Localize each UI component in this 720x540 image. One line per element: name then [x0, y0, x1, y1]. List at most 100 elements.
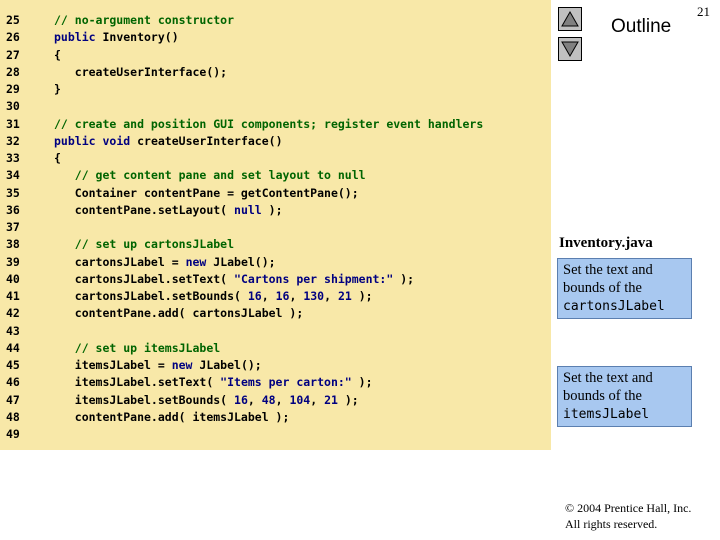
line-number: 43 — [6, 323, 20, 338]
line-number: 45 — [6, 358, 20, 372]
code-text: itemsJLabel = new JLabel(); — [54, 357, 262, 374]
previous-slide-button[interactable] — [558, 7, 582, 31]
line-number: 29 — [6, 82, 20, 96]
code-token: , — [261, 289, 276, 303]
code-text: itemsJLabel.setText( "Items per carton:"… — [54, 374, 373, 391]
code-token: 16 — [247, 289, 262, 303]
code-token: 21 — [337, 289, 352, 303]
code-token: // create and position GUI components; r… — [54, 116, 484, 131]
code-token: "Cartons per shipment:" — [234, 271, 394, 286]
code-token: ); — [351, 289, 373, 303]
code-token: // set up itemsJLabel — [74, 340, 221, 355]
code-token: createUserInterface(); — [54, 64, 228, 79]
code-text: itemsJLabel.setBounds( 16, 48, 104, 21 )… — [54, 392, 359, 409]
code-token: itemsJLabel = — [54, 358, 172, 372]
code-token: void — [102, 133, 131, 148]
line-number: 32 — [6, 133, 20, 148]
outline-title: Outline — [611, 16, 672, 37]
code-token: , — [310, 392, 325, 407]
line-number: 37 — [6, 220, 20, 234]
line-number: 41 — [6, 289, 20, 303]
line-number: 39 — [6, 254, 20, 269]
code-token: } — [54, 82, 61, 96]
line-number: 48 — [6, 409, 20, 424]
line-number: 31 — [6, 116, 20, 131]
code-token: itemsJLabel.setBounds( — [54, 392, 235, 407]
code-token: ); — [261, 202, 283, 217]
code-token: 130 — [303, 289, 325, 303]
line-number: 38 — [6, 237, 20, 252]
next-slide-button[interactable] — [558, 37, 582, 61]
code-token: JLabel(); — [206, 254, 276, 269]
line-number: 42 — [6, 306, 20, 321]
line-number: 49 — [6, 427, 20, 441]
code-token: , — [289, 289, 304, 303]
copyright-line-1: © 2004 Prentice Hall, Inc. — [565, 501, 692, 515]
copyright-notice: © 2004 Prentice Hall, Inc. All rights re… — [565, 500, 691, 532]
code-token: 16 — [234, 392, 248, 407]
line-number: 33 — [6, 151, 20, 165]
code-token: { — [54, 47, 61, 62]
line-number: 40 — [6, 271, 20, 286]
code-token: ); — [351, 375, 373, 390]
code-token: "Items per carton:" — [220, 375, 352, 390]
callout-cartons-label: Set the text and bounds of the cartonsJL… — [557, 258, 692, 319]
code-token: JLabel(); — [192, 358, 262, 372]
code-token: // set up cartonsJLabel — [74, 237, 235, 252]
triangle-down-icon — [561, 41, 579, 57]
code-text: } — [54, 81, 61, 98]
code-token: { — [54, 151, 61, 165]
code-token: , — [275, 392, 290, 407]
line-number: 26 — [6, 30, 20, 45]
callout-items-label: Set the text and bounds of the itemsJLab… — [557, 366, 692, 427]
callout-text: Set the text and bounds of the — [563, 370, 653, 404]
page-number: 21 — [697, 4, 710, 19]
callout-code: itemsJLabel — [563, 407, 650, 422]
code-token: Container contentPane = getContentPane()… — [54, 185, 359, 200]
line-number: 35 — [6, 185, 20, 200]
code-token: null — [234, 202, 262, 217]
code-token: new — [171, 358, 193, 372]
code-token: ); — [393, 271, 415, 286]
code-token: contentPane.setLayout( — [54, 202, 235, 217]
code-token: // no-argument constructor — [54, 13, 235, 27]
code-token: contentPane.add( cartonsJLabel ); — [54, 306, 304, 321]
line-number: 44 — [6, 340, 20, 355]
code-token: 48 — [261, 392, 276, 407]
code-listing-panel: 25 // no-argument constructor 26 public Inv… — [0, 0, 551, 450]
code-token: cartonsJLabel.setBounds( — [54, 289, 248, 303]
code-text: cartonsJLabel = new JLabel(); — [54, 254, 276, 271]
line-number: 27 — [6, 47, 20, 62]
code-text: // create and position GUI components; r… — [54, 116, 483, 133]
code-text: // set up itemsJLabel — [54, 340, 220, 357]
code-text: contentPane.setLayout( null ); — [54, 202, 283, 219]
code-text: cartonsJLabel.setText( "Cartons per ship… — [54, 271, 414, 288]
code-token: createUserInterface() — [130, 133, 283, 148]
code-token: // get content pane and set layout to nu… — [74, 168, 366, 183]
code-token: cartonsJLabel = — [54, 254, 186, 269]
line-number: 28 — [6, 64, 20, 79]
code-token: 104 — [289, 392, 311, 407]
code-token: Inventory() — [95, 30, 179, 45]
code-text: cartonsJLabel.setBounds( 16, 16, 130, 21… — [54, 288, 373, 305]
code-text: // get content pane and set layout to nu… — [54, 167, 366, 184]
file-name-label: Inventory.java — [559, 235, 653, 251]
code-text: createUserInterface(); — [54, 64, 227, 81]
copyright-line-2: All rights reserved. — [565, 517, 658, 531]
callout-text: Set the text and bounds of the — [563, 262, 653, 296]
code-text: public Inventory() — [54, 29, 179, 46]
code-token: new — [185, 254, 207, 269]
code-token: public — [54, 133, 96, 148]
code-text: contentPane.add( itemsJLabel ); — [54, 409, 290, 426]
code-token: contentPane.add( itemsJLabel ); — [54, 409, 290, 424]
code-token: , — [247, 392, 262, 407]
code-text: // set up cartonsJLabel — [54, 236, 234, 253]
triangle-up-icon — [561, 11, 579, 27]
code-text: // no-argument constructor — [54, 12, 234, 29]
line-number: 46 — [6, 375, 20, 390]
code-text: { — [54, 47, 61, 64]
code-token: 21 — [324, 392, 338, 407]
